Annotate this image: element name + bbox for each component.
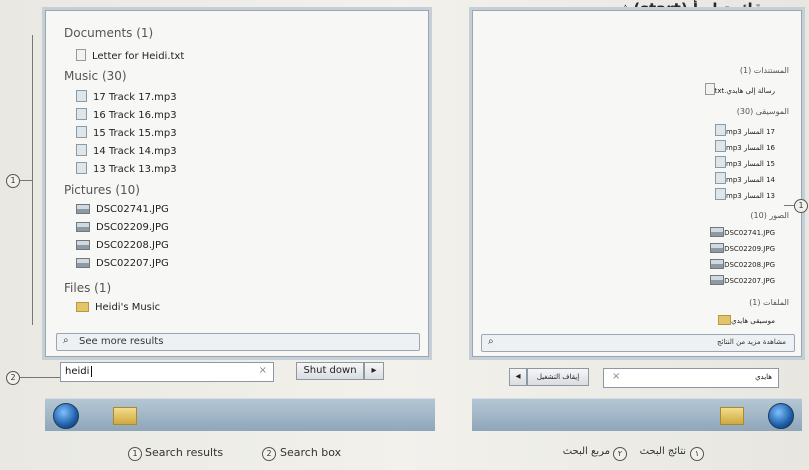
callout-leader-2 <box>20 377 60 378</box>
result-item[interactable]: Letter for Heidi.txt <box>76 49 184 62</box>
shutdown-options-arrow-ar[interactable]: ◂ <box>509 368 527 386</box>
shutdown-button-ar[interactable]: إيقاف التشغيل <box>527 368 589 386</box>
files-category-ar: الملفات (1) <box>749 298 789 307</box>
documents-category-ar: المستندات (1) <box>739 66 789 75</box>
pictures-category: Pictures (10) <box>64 183 140 197</box>
folder-icon <box>76 302 89 312</box>
result-item[interactable]: DSC02208.JPG <box>76 240 169 251</box>
music-file-icon <box>715 188 727 200</box>
result-item[interactable]: 15 Track 15.mp3 <box>76 126 177 139</box>
image-file-icon <box>76 258 90 268</box>
caption-2-number-ar: ٢ <box>613 447 627 461</box>
folder-icon <box>718 315 732 325</box>
music-file-icon <box>76 108 87 120</box>
callout-leader-1 <box>20 180 32 181</box>
result-item[interactable]: DSC02207.JPG <box>76 258 169 269</box>
callout-1: 1 <box>6 174 20 188</box>
image-file-icon <box>76 222 90 232</box>
result-item-ar[interactable]: 15 المسار mp3 <box>710 156 775 168</box>
music-file-icon <box>76 162 87 174</box>
shutdown-options-arrow[interactable]: ▸ <box>364 362 384 380</box>
see-more-results-link[interactable]: ⌕ See more results <box>56 333 420 351</box>
image-file-icon <box>76 204 90 214</box>
result-item-ar[interactable]: موسيقى هايدي <box>713 315 775 325</box>
image-file-icon <box>710 243 725 253</box>
music-file-icon <box>715 140 727 152</box>
callout-leader-right <box>784 205 794 206</box>
search-icon: ⌕ <box>488 336 494 347</box>
documents-category: Documents (1) <box>64 26 154 40</box>
result-item[interactable]: Heidi's Music <box>76 302 160 313</box>
music-category: Music (30) <box>64 69 127 83</box>
result-item[interactable]: 14 Track 14.mp3 <box>76 144 177 157</box>
see-more-results-link-ar[interactable]: ⌕ مشاهدة مزيد من النتائج <box>481 334 795 352</box>
caption-search-box-ar: مربع البحث <box>562 446 610 457</box>
search-input-ar[interactable]: × هايدي <box>603 368 779 388</box>
files-category: Files (1) <box>64 281 112 295</box>
music-file-icon <box>76 126 87 138</box>
start-menu-english: Documents (1) Letter for Heidi.txt Music… <box>45 10 429 357</box>
image-file-icon <box>710 275 725 285</box>
result-item-ar[interactable]: DSC02208.JPG <box>705 259 775 269</box>
music-file-icon <box>76 144 87 156</box>
image-file-icon <box>710 227 725 237</box>
text-file-icon <box>76 49 86 61</box>
taskbar-ar <box>472 398 802 431</box>
taskbar <box>45 398 435 431</box>
result-item-ar[interactable]: 13 المسار mp3 <box>710 188 775 200</box>
result-item-ar[interactable]: 16 المسار mp3 <box>710 140 775 152</box>
results-bracket-line <box>32 35 33 325</box>
image-file-icon <box>710 259 725 269</box>
result-item-ar[interactable]: رسالة إلى هايدي.txt <box>700 83 775 95</box>
search-icon: ⌕ <box>63 335 69 346</box>
pictures-category-ar: الصور (10) <box>750 211 789 220</box>
caption-search-results-ar: نتائج البحث <box>639 446 686 457</box>
search-input[interactable]: heidi × <box>60 362 274 382</box>
result-item-ar[interactable]: DSC02207.JPG <box>705 275 775 285</box>
clear-search-icon[interactable]: × <box>612 371 620 382</box>
caption-1-number: 1 <box>128 447 142 461</box>
result-item[interactable]: 17 Track 17.mp3 <box>76 90 177 103</box>
caption-search-box: Search box <box>280 446 342 459</box>
music-file-icon <box>76 90 87 102</box>
explorer-folder-icon[interactable] <box>720 407 744 425</box>
result-item-ar[interactable]: 17 المسار mp3 <box>710 124 775 136</box>
clear-search-icon[interactable]: × <box>259 365 267 376</box>
result-item[interactable]: DSC02741.JPG <box>76 204 169 215</box>
music-file-icon <box>715 172 727 184</box>
result-item-ar[interactable]: DSC02741.JPG <box>705 227 775 237</box>
callout-2: 2 <box>6 371 20 385</box>
callout-right-1: 1 <box>794 199 808 213</box>
result-item-ar[interactable]: DSC02209.JPG <box>705 243 775 253</box>
caption-2-number: 2 <box>262 447 276 461</box>
shutdown-button[interactable]: Shut down <box>296 362 364 380</box>
text-file-icon <box>704 83 715 95</box>
music-file-icon <box>715 124 727 136</box>
result-item[interactable]: 16 Track 16.mp3 <box>76 108 177 121</box>
start-orb-icon[interactable] <box>53 403 79 429</box>
result-item-ar[interactable]: 14 المسار mp3 <box>710 172 775 184</box>
start-menu-arabic: المستندات (1) رسالة إلى هايدي.txt الموسي… <box>472 10 802 357</box>
music-category-ar: الموسيقى (30) <box>736 107 789 116</box>
caption-search-results: Search results <box>145 446 224 459</box>
result-item[interactable]: 13 Track 13.mp3 <box>76 162 177 175</box>
music-file-icon <box>715 156 727 168</box>
result-item[interactable]: DSC02209.JPG <box>76 222 169 233</box>
caption-1-number-ar: ١ <box>690 447 704 461</box>
start-orb-icon[interactable] <box>768 403 794 429</box>
text-caret <box>91 366 92 377</box>
image-file-icon <box>76 240 90 250</box>
explorer-folder-icon[interactable] <box>113 407 137 425</box>
